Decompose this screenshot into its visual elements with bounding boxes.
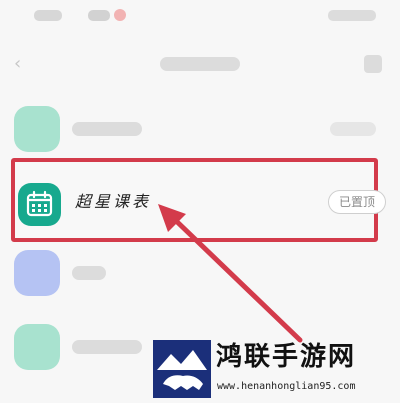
more-icon[interactable] <box>364 55 382 73</box>
app-name-blurred <box>72 122 142 136</box>
pinned-badge[interactable]: 已置顶 <box>328 190 386 214</box>
notification-dot <box>114 9 126 21</box>
app-icon-blurred <box>14 106 60 152</box>
status-icons-blurred <box>328 10 376 21</box>
highlighted-list-item[interactable] <box>11 158 378 242</box>
list-item[interactable] <box>0 248 400 306</box>
status-bar <box>0 0 400 38</box>
status-indicator-blurred <box>88 10 110 21</box>
app-name-blurred <box>72 340 142 354</box>
app-name-blurred <box>72 266 106 280</box>
app-icon-blurred <box>14 324 60 370</box>
watermark-url: www.henanhonglian95.com <box>217 381 356 392</box>
pin-action-blurred[interactable] <box>330 122 376 136</box>
calendar-icon <box>18 183 61 226</box>
app-icon-blurred <box>14 250 60 296</box>
page-title-blurred <box>160 57 240 71</box>
status-time-blurred <box>34 10 62 21</box>
bull-logo-icon <box>153 340 211 398</box>
watermark-brand: 鸿联手游网 <box>216 342 357 372</box>
list-item[interactable] <box>0 100 400 158</box>
back-arrow-icon[interactable]: ‹ <box>14 55 32 73</box>
app-name: 超星课表 <box>75 192 152 211</box>
